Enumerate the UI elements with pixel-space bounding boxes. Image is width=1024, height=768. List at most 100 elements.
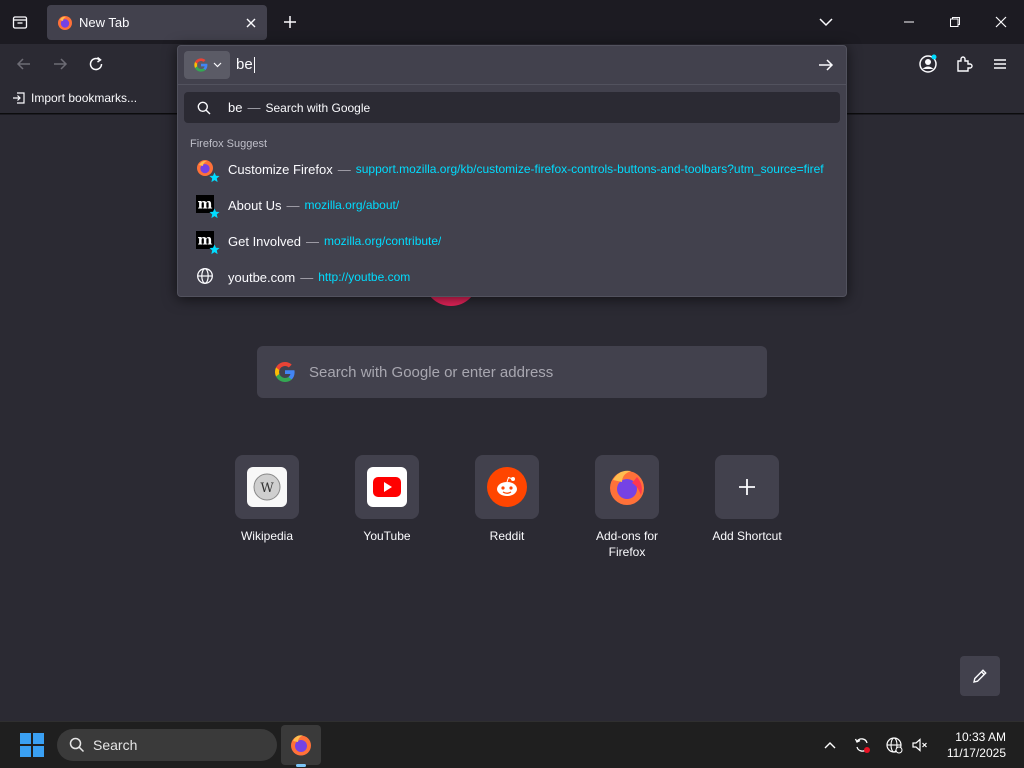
- restore-icon: [950, 17, 960, 27]
- firefox-icon: [291, 735, 311, 756]
- windows-start-button[interactable]: [20, 733, 44, 757]
- firefox-view-icon: [12, 16, 28, 29]
- pencil-icon: [973, 669, 987, 683]
- list-all-tabs-button[interactable]: [814, 10, 838, 34]
- clock-date: 11/17/2025: [946, 746, 1006, 760]
- suggestion-url: mozilla.org/contribute/: [324, 234, 442, 248]
- chevron-down-icon: [819, 18, 833, 27]
- clock-time: 10:33 AM: [955, 730, 1006, 744]
- search-icon: [196, 100, 212, 116]
- shortcut-tile[interactable]: [355, 455, 419, 519]
- google-icon: [193, 58, 207, 72]
- shortcut-tile[interactable]: W: [235, 455, 299, 519]
- back-button[interactable]: [12, 52, 36, 76]
- suggestion-row[interactable]: m Get Involved — mozilla.org/contribute/: [184, 224, 840, 258]
- address-bar-input[interactable]: be: [236, 56, 255, 74]
- account-button[interactable]: [916, 52, 940, 76]
- shortcut-youtube[interactable]: YouTube: [327, 455, 447, 544]
- chevron-up-icon: [824, 742, 836, 749]
- taskbar-search[interactable]: Search: [57, 729, 277, 761]
- tab-title: New Tab: [79, 15, 130, 30]
- suggestion-title: Get Involved: [228, 233, 301, 249]
- speaker-muted-icon: [912, 738, 927, 752]
- shortcut-tile[interactable]: [715, 455, 779, 519]
- search-suggestion-row[interactable]: be — Search with Google: [184, 92, 840, 123]
- firefox-icon: [196, 159, 220, 183]
- customize-newtab-button[interactable]: [960, 656, 1000, 696]
- separator: —: [306, 233, 319, 249]
- reload-button[interactable]: [84, 52, 108, 76]
- minimize-button[interactable]: [886, 0, 932, 44]
- google-icon: [275, 362, 295, 382]
- network-button[interactable]: [884, 735, 904, 755]
- address-bar-value: be: [236, 56, 253, 73]
- chevron-down-icon: [213, 62, 221, 68]
- search-query: be: [228, 100, 243, 115]
- suggestion-url: support.mozilla.org/kb/customize-firefox…: [355, 162, 824, 176]
- wikipedia-icon: W: [247, 467, 287, 507]
- shortcut-reddit[interactable]: Reddit: [447, 455, 567, 544]
- divider: [178, 84, 846, 85]
- suggestion-title: Customize Firefox: [228, 161, 333, 177]
- search-action-label: Search with Google: [265, 100, 371, 115]
- close-window-button[interactable]: [978, 0, 1024, 44]
- arrow-left-icon: [16, 58, 30, 70]
- taskbar-firefox-button[interactable]: [281, 725, 321, 765]
- import-bookmarks-label: Import bookmarks...: [31, 91, 138, 105]
- suggestion-row[interactable]: m About Us — mozilla.org/about/: [184, 188, 840, 222]
- shortcut-add[interactable]: Add Shortcut: [687, 455, 807, 544]
- sync-status-button[interactable]: [852, 735, 872, 755]
- search-icon: [69, 737, 85, 753]
- separator: —: [247, 100, 261, 115]
- close-icon: [246, 18, 256, 27]
- system-clock[interactable]: 10:33 AM 11/17/2025: [947, 729, 1006, 761]
- windows-taskbar: Search 10:33 AM 11/17/2025: [0, 721, 1024, 768]
- minimize-icon: [904, 21, 914, 23]
- shortcut-tile[interactable]: [475, 455, 539, 519]
- globe-icon: [196, 267, 216, 287]
- suggestion-row[interactable]: Customize Firefox — support.mozilla.org/…: [184, 152, 840, 186]
- plus-icon: [739, 479, 755, 495]
- app-menu-button[interactable]: [988, 52, 1012, 76]
- firefox-view-button[interactable]: [8, 10, 32, 34]
- svg-text:W: W: [260, 481, 274, 496]
- volume-button[interactable]: [910, 735, 930, 755]
- shortcut-wikipedia[interactable]: W Wikipedia: [207, 455, 327, 544]
- suggestion-title: About Us: [228, 197, 282, 213]
- newtab-search-input[interactable]: Search with Google or enter address: [257, 346, 767, 398]
- address-bar[interactable]: be: [178, 46, 846, 84]
- account-icon: [919, 54, 937, 73]
- sync-icon: [854, 738, 870, 753]
- show-hidden-icons-button[interactable]: [820, 735, 840, 755]
- arrow-right-icon: [819, 59, 834, 71]
- restore-button[interactable]: [932, 0, 978, 44]
- forward-button[interactable]: [48, 52, 72, 76]
- search-engine-selector[interactable]: [184, 51, 230, 79]
- suggestion-row[interactable]: youtbe.com — http://youtbe.com: [184, 260, 840, 294]
- firefox-icon: [607, 467, 647, 507]
- shortcut-label: Reddit: [489, 529, 525, 543]
- bookmark-star-icon: [209, 208, 220, 219]
- active-app-indicator: [296, 764, 306, 767]
- windows-logo-pane: [20, 746, 31, 757]
- shortcut-label: Add Shortcut: [712, 529, 782, 543]
- new-tab-button[interactable]: [278, 10, 302, 34]
- tab-new-tab[interactable]: New Tab: [47, 5, 267, 40]
- bookmark-star-icon: [209, 172, 220, 183]
- puzzle-icon: [957, 56, 973, 72]
- text-caret: [253, 57, 255, 74]
- shortcut-addons[interactable]: Add-ons for Firefox: [567, 455, 687, 560]
- close-icon: [995, 16, 1007, 28]
- import-bookmarks-button[interactable]: Import bookmarks...: [12, 91, 137, 105]
- close-tab-button[interactable]: [241, 13, 261, 33]
- go-button[interactable]: [816, 55, 836, 75]
- shortcut-tile[interactable]: [595, 455, 659, 519]
- suggestion-url: http://youtbe.com: [318, 270, 411, 284]
- windows-logo-pane: [20, 733, 31, 744]
- hamburger-menu-icon: [994, 59, 1006, 69]
- shortcut-label: YouTube: [363, 529, 411, 543]
- reddit-icon: [487, 467, 527, 507]
- extensions-button[interactable]: [952, 52, 976, 76]
- youtube-icon: [367, 467, 407, 507]
- import-icon: [13, 92, 25, 104]
